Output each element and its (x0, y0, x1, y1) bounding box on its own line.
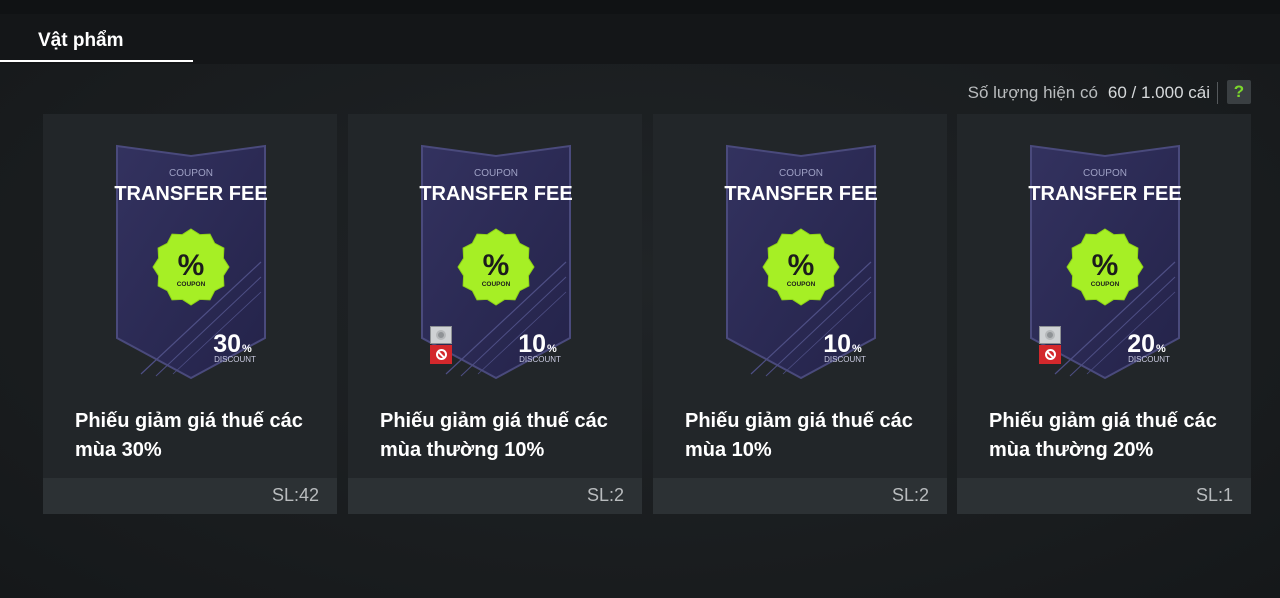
coupon-small-label: COUPON (1083, 168, 1127, 179)
coupon-small-label: COUPON (169, 168, 213, 179)
item-name: Phiếu giảm giá thuế các mùa 10% (685, 410, 913, 461)
quantity-bar: SL:42 (43, 478, 337, 514)
discount-label: DISCOUNT (214, 355, 256, 364)
discount-percent-sign: % (547, 343, 557, 355)
coupon-art: COUPON TRANSFER FEE % COUPON 10 % DISCOU… (724, 144, 878, 380)
coupon-title: TRANSFER FEE (419, 183, 572, 205)
badge-label: COUPON (787, 281, 816, 288)
coupon-small-label: COUPON (474, 168, 518, 179)
tab-items[interactable]: Vật phẩm (0, 14, 193, 62)
stock-info: Số lượng hiện có 60 / 1.000 cái (968, 83, 1210, 103)
item-name: Phiếu giảm giá thuế các mùa thường 10% (380, 410, 608, 461)
help-button[interactable]: ? (1227, 80, 1251, 104)
prohibited-icon (1039, 345, 1061, 364)
item-card[interactable]: COUPON TRANSFER FEE % COUPON 10 % DISCOU… (348, 114, 642, 514)
discount-value: 10 (823, 330, 851, 358)
coupon-title: TRANSFER FEE (1028, 183, 1181, 205)
discount-percent-sign: % (852, 343, 862, 355)
coupon-art: COUPON TRANSFER FEE % COUPON 30 % DISCOU… (114, 144, 268, 380)
top-bar (0, 0, 1280, 14)
tab-items-label: Vật phẩm (38, 30, 124, 51)
discount-percent-sign: % (242, 343, 252, 355)
discount-label: DISCOUNT (519, 355, 561, 364)
percent-icon: % (483, 249, 510, 282)
item-quantity: SL:2 (891, 485, 929, 505)
percent-icon: % (788, 249, 815, 282)
restricted-icon (1039, 326, 1061, 364)
tab-active-indicator (0, 60, 193, 62)
quantity-bar: SL:2 (348, 478, 642, 514)
stock-divider (1217, 82, 1218, 104)
stock-label: Số lượng hiện có (967, 83, 1098, 102)
prohibited-icon (430, 345, 452, 364)
discount-percent-sign: % (1156, 343, 1166, 355)
discount-value: 10 (518, 330, 546, 358)
badge-label: COUPON (1091, 281, 1120, 288)
quantity-bar: SL:2 (653, 478, 947, 514)
item-card[interactable]: COUPON TRANSFER FEE % COUPON 20 % DISCOU… (957, 114, 1251, 514)
discount-label: DISCOUNT (824, 355, 866, 364)
percent-icon: % (178, 249, 205, 282)
item-quantity: SL:2 (586, 485, 624, 505)
coupon-title: TRANSFER FEE (114, 183, 267, 205)
discount-value: 20 (1127, 330, 1155, 358)
item-card[interactable]: COUPON TRANSFER FEE % COUPON 10 % DISCOU… (653, 114, 947, 514)
stock-value: 60 / 1.000 cái (1107, 83, 1210, 102)
item-card[interactable]: COUPON TRANSFER FEE % COUPON 30 % DISCOU… (43, 114, 337, 514)
item-quantity: SL:42 (271, 485, 319, 505)
discount-label: DISCOUNT (1128, 355, 1170, 364)
lock-icon (430, 326, 452, 344)
percent-icon: % (1092, 249, 1119, 282)
badge-label: COUPON (482, 281, 511, 288)
item-name: Phiếu giảm giá thuế các mùa 30% (75, 410, 303, 461)
discount-value: 30 (213, 330, 241, 358)
coupon-title: TRANSFER FEE (724, 183, 877, 205)
lock-icon (1039, 326, 1061, 344)
item-name: Phiếu giảm giá thuế các mùa thường 20% (989, 410, 1217, 461)
restricted-icon (430, 326, 452, 364)
help-icon: ? (1233, 82, 1245, 101)
coupon-small-label: COUPON (779, 168, 823, 179)
quantity-bar: SL:1 (957, 478, 1251, 514)
badge-label: COUPON (177, 281, 206, 288)
item-quantity: SL:1 (1195, 485, 1233, 505)
